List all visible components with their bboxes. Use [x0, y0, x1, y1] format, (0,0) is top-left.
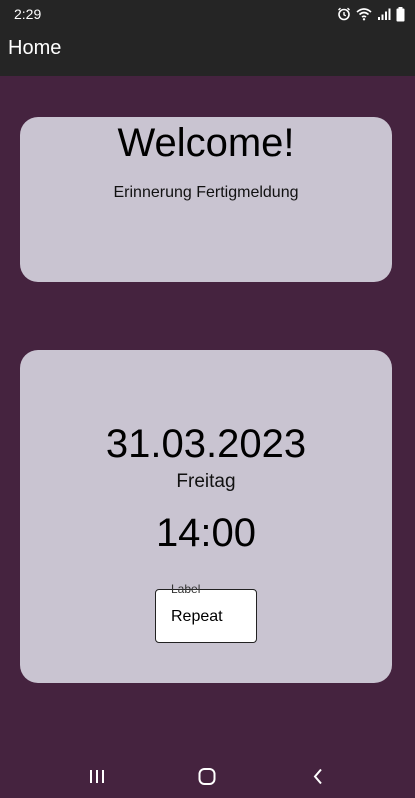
wifi-icon — [356, 7, 372, 21]
app-bar: Home — [0, 28, 415, 76]
date-card: 31.03.2023 Freitag 14:00 Label Repeat — [20, 350, 392, 683]
status-icons — [337, 6, 405, 22]
date-display[interactable]: 31.03.2023 — [20, 422, 392, 467]
back-icon — [298, 766, 338, 786]
welcome-title: Welcome! — [117, 121, 295, 165]
system-nav-bar — [0, 760, 415, 798]
repeat-field-value: Repeat — [171, 608, 223, 625]
status-bar: 2:29 — [0, 0, 415, 28]
home-button[interactable] — [187, 766, 227, 794]
welcome-card: Welcome! Erinnerung Fertigmeldung — [20, 117, 392, 282]
back-button[interactable] — [298, 766, 338, 794]
weekday-display: Freitag — [176, 471, 236, 492]
recents-button[interactable] — [77, 766, 117, 794]
page-title: Home — [8, 37, 62, 59]
recents-icon — [77, 766, 117, 786]
status-time: 2:29 — [14, 6, 42, 22]
signal-icon — [377, 7, 391, 21]
alarm-icon — [337, 7, 351, 21]
home-icon — [187, 766, 227, 786]
battery-icon — [396, 6, 405, 22]
repeat-dropdown[interactable]: Label Repeat — [155, 582, 257, 643]
repeat-field-label: Label — [171, 582, 201, 596]
time-display[interactable]: 14:00 — [20, 511, 392, 556]
welcome-subtitle: Erinnerung Fertigmeldung — [113, 184, 299, 201]
